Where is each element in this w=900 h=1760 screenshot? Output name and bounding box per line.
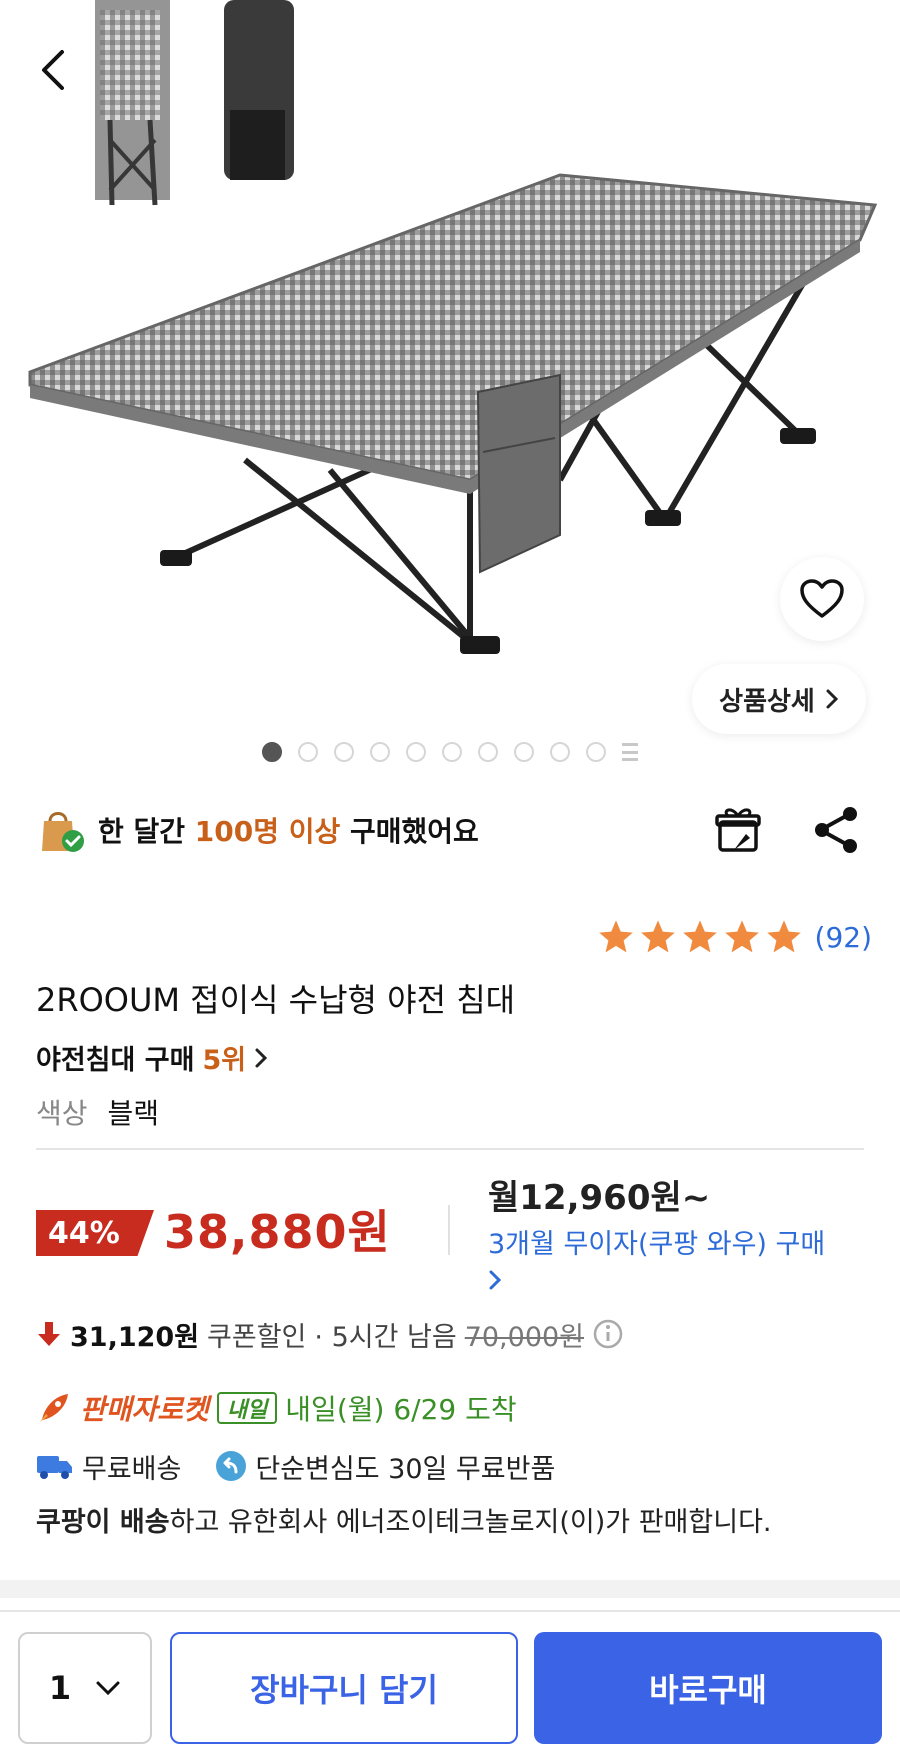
carousel-dot[interactable]	[550, 742, 570, 762]
return-icon	[216, 1451, 247, 1481]
purchase-count-banner: 한 달간 100명 이상 구매했어요	[36, 800, 479, 860]
product-detail-button[interactable]: 상품상세	[692, 664, 866, 734]
star-icon	[766, 920, 801, 953]
chevron-left-icon	[42, 50, 64, 90]
more-images-icon[interactable]	[622, 743, 638, 761]
installment-link[interactable]: 3개월 무이자(쿠팡 와우) 구매	[488, 1226, 868, 1302]
carousel-indicator	[262, 742, 638, 762]
carousel-dot[interactable]	[442, 742, 462, 762]
monthly-price: 월12,960원~	[488, 1178, 711, 1218]
coupon-label: 쿠폰할인	[207, 1321, 307, 1353]
carousel-dot[interactable]	[478, 742, 498, 762]
seller-rocket-label: 판매자로켓	[80, 1393, 209, 1426]
star-icon	[682, 920, 717, 953]
carousel-dot[interactable]	[406, 742, 426, 762]
product-image-carousel[interactable]	[0, 0, 900, 730]
folded-cot-image	[95, 0, 170, 206]
divider	[36, 1148, 864, 1150]
product-detail-label: 상품상세	[719, 686, 815, 717]
carousel-dot[interactable]	[514, 742, 534, 762]
chevron-right-icon	[489, 1270, 502, 1290]
wishlist-button[interactable]	[780, 557, 864, 641]
coupon-row: 31,120원 쿠폰할인 · 5시간 남음 70,000원	[36, 1312, 624, 1356]
carousel-dot[interactable]	[586, 742, 606, 762]
delivery-row: 판매자로켓 내일 내일(월) 6/29 도착	[36, 1386, 517, 1430]
rocket-icon	[40, 1394, 68, 1422]
star-icon	[640, 920, 675, 953]
rank-value: 5위	[202, 1045, 247, 1076]
carousel-dot[interactable]	[262, 742, 282, 762]
product-title: 2ROOUM 접이식 수납형 야전 침대	[36, 981, 516, 1019]
purchase-bar: 1 장바구니 담기 바로구매	[0, 1610, 900, 1760]
shipping-row: 무료배송 단순변심도 30일 무료반품	[36, 1444, 555, 1488]
option-value: 블랙	[107, 1097, 160, 1130]
coupon-amount: 31,120원	[70, 1321, 200, 1353]
return-policy-label: 단순변심도 30일 무료반품	[255, 1453, 556, 1485]
chevron-right-icon	[826, 689, 838, 709]
info-icon[interactable]	[592, 1318, 624, 1350]
buyers-highlight: 100명 이상	[194, 815, 341, 848]
product-image	[28, 0, 878, 654]
arrival-date: 내일(월) 6/29 도착	[285, 1393, 517, 1426]
section-separator	[0, 1580, 900, 1598]
review-count[interactable]: (92)	[815, 921, 872, 954]
free-shipping-label: 무료배송	[82, 1453, 182, 1485]
discount-badge: 44%	[36, 1210, 154, 1256]
chevron-down-icon	[96, 1681, 120, 1696]
heart-icon	[800, 579, 844, 618]
sale-price: 38,880원	[164, 1205, 391, 1259]
buyers-suffix: 구매했어요	[340, 815, 479, 848]
category-rank[interactable]: 야전침대 구매 5위	[36, 1038, 268, 1077]
quantity-select[interactable]: 1	[18, 1632, 152, 1744]
carousel-dot[interactable]	[334, 742, 354, 762]
original-price: 70,000원	[464, 1321, 585, 1353]
rating-stars	[597, 918, 803, 956]
chevron-right-icon	[255, 1048, 268, 1067]
price-divider	[448, 1205, 450, 1255]
back-button[interactable]	[28, 40, 78, 100]
carousel-dot[interactable]	[298, 742, 318, 762]
buyers-prefix: 한 달간	[98, 815, 195, 848]
buy-now-button[interactable]: 바로구매	[534, 1632, 882, 1744]
seller-bold: 쿠팡이 배송	[36, 1507, 170, 1538]
rating[interactable]: (92)	[597, 918, 872, 956]
gift-icon[interactable]	[712, 804, 764, 856]
seller-info: 쿠팡이 배송하고 유한회사 에너조이테크놀로지(이)가 판매합니다.	[36, 1500, 772, 1539]
installment-label: 3개월 무이자(쿠팡 와우) 구매	[488, 1229, 826, 1260]
shopping-bag-check-icon	[42, 812, 84, 852]
add-to-cart-button[interactable]: 장바구니 담기	[170, 1632, 518, 1744]
coupon-time-left: · 5시간 남음	[314, 1321, 457, 1353]
option-label: 색상	[36, 1097, 88, 1130]
star-icon	[724, 920, 759, 953]
seller-rest: 하고 유한회사 에너조이테크놀로지(이)가 판매합니다.	[169, 1507, 772, 1538]
quantity-value: 1	[48, 1669, 72, 1707]
truck-icon	[37, 1456, 72, 1479]
star-icon	[598, 920, 633, 953]
tomorrow-badge: 내일	[216, 1392, 278, 1424]
arrow-down-icon	[38, 1322, 60, 1346]
carousel-dot[interactable]	[370, 742, 390, 762]
share-icon[interactable]	[812, 804, 862, 856]
buyers-text: 한 달간 100명 이상 구매했어요	[98, 810, 479, 850]
rank-label: 야전침대 구매	[36, 1045, 195, 1076]
carry-bag-image	[224, 0, 294, 180]
color-option[interactable]: 색상 블랙	[36, 1092, 159, 1132]
